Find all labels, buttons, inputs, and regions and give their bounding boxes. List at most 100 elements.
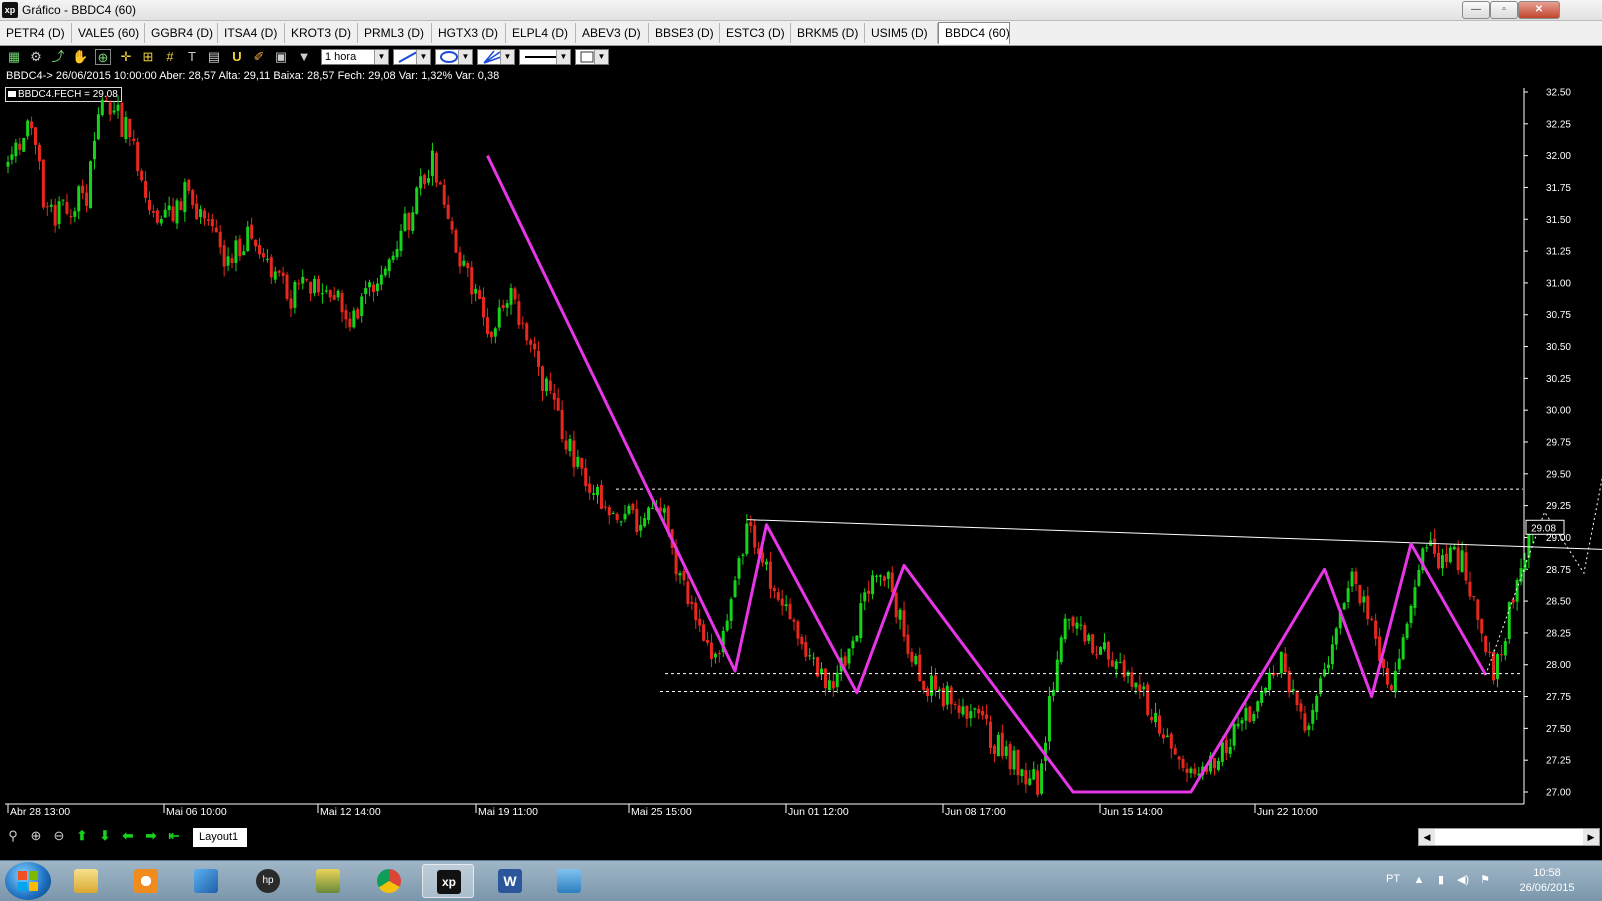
line-tool-select[interactable]: ▼ <box>393 49 431 65</box>
candle-body <box>195 203 199 220</box>
media-player-icon <box>134 869 158 893</box>
candle-body <box>163 209 167 218</box>
candle-body <box>1437 552 1441 569</box>
crosshair-mode-icon[interactable]: ⊕ <box>95 49 111 65</box>
arrow-up-icon[interactable]: ⬆ <box>73 827 91 845</box>
tab-ggbr4[interactable]: GGBR4 (D) <box>145 23 218 43</box>
network-signal-icon[interactable]: ▮ <box>1434 873 1448 887</box>
layout-tab[interactable]: Layout1 <box>193 828 247 847</box>
search-icon[interactable]: ⚲ <box>4 827 22 845</box>
tab-estc3[interactable]: ESTC3 (D) <box>720 23 791 43</box>
taskbar-hp[interactable]: hp <box>242 864 294 898</box>
candle-body <box>61 199 65 201</box>
tab-bbse3[interactable]: BBSE3 (D) <box>649 23 720 43</box>
taskbar-network[interactable] <box>180 864 232 898</box>
eraser-icon[interactable]: ✐ <box>251 49 267 65</box>
briefcase-icon[interactable]: ▣ <box>273 49 289 65</box>
candle-body <box>179 201 183 210</box>
tab-prml3[interactable]: PRML3 (D) <box>358 23 432 43</box>
horizontal-scrollbar[interactable]: ◀ ▶ <box>1418 828 1600 846</box>
tab-vale5[interactable]: VALE5 (60) <box>72 23 145 43</box>
zoom-out-icon[interactable]: ⊖ <box>50 827 68 845</box>
candle-body <box>265 258 269 260</box>
indicator-icon[interactable]: ⤴ <box>50 49 66 65</box>
taskbar-explorer[interactable] <box>60 864 112 898</box>
scroll-left-icon[interactable]: ◀ <box>1419 829 1435 845</box>
xp-icon: xp <box>437 870 461 894</box>
tab-hgtx3[interactable]: HGTX3 (D) <box>432 23 506 43</box>
tab-krot3[interactable]: KROT3 (D) <box>285 23 358 43</box>
taskbar-chrome[interactable] <box>363 864 415 898</box>
candle-body <box>796 621 800 639</box>
arrow-left-icon[interactable]: ⬅ <box>119 827 137 845</box>
chart-navigation-bar: ⚲ ⊕ ⊖ ⬆ ⬇ ⬅ ➡ ⇤ Layout1 ◀ ▶ <box>0 825 1602 847</box>
candle-body <box>85 192 89 206</box>
candle-body <box>151 211 155 213</box>
horizontal-lines-icon[interactable]: ⊞ <box>140 49 156 65</box>
candle-body <box>1374 620 1378 639</box>
color-select[interactable]: ▼ <box>575 49 609 65</box>
line-style-select[interactable]: ▼ <box>519 49 571 65</box>
volume-icon[interactable]: ◀) <box>1456 873 1470 887</box>
chart-type-icon[interactable]: ▦ <box>6 49 22 65</box>
candle-body <box>989 721 992 749</box>
tab-usim5[interactable]: USIM5 (D) <box>865 23 938 43</box>
tab-petr4[interactable]: PETR4 (D) <box>0 23 72 43</box>
candle-body <box>395 248 399 258</box>
arrow-down-icon[interactable]: ⬇ <box>96 827 114 845</box>
taskbar-xp[interactable]: xp <box>422 864 474 898</box>
tab-bbdc4[interactable]: BBDC4 (60) <box>938 22 1010 44</box>
filter-icon[interactable]: ▼ <box>296 49 312 65</box>
taskbar-photos[interactable] <box>543 864 595 898</box>
restore-button[interactable]: ▫ <box>1490 1 1518 19</box>
ellipse-tool-select[interactable]: ▼ <box>435 49 473 65</box>
tab-brkm5[interactable]: BRKM5 (D) <box>791 23 865 43</box>
scroll-start-icon[interactable]: ⇤ <box>165 827 183 845</box>
price-chart[interactable]: 32.50 32.25 32.00 31.75 31.50 31.25 31.00 30.75… <box>0 86 1602 825</box>
candle-body <box>1122 660 1126 678</box>
action-center-icon[interactable]: ⚑ <box>1478 873 1492 887</box>
arrow-right-icon[interactable]: ➡ <box>142 827 160 845</box>
start-button[interactable] <box>5 862 51 900</box>
candle-body <box>753 525 757 548</box>
fan-tool-select[interactable]: ▼ <box>477 49 515 65</box>
calculator-icon[interactable]: ▤ <box>206 49 222 65</box>
candle-body <box>1323 669 1327 677</box>
taskbar-media-player[interactable] <box>120 864 172 898</box>
gear-icon[interactable]: ⚙ <box>28 49 44 65</box>
magnet-icon[interactable]: U <box>229 49 245 65</box>
language-indicator[interactable]: PT <box>1386 873 1400 885</box>
taskbar-archive[interactable] <box>302 864 354 898</box>
time-tick-label: Mai 06 10:00 <box>166 806 227 818</box>
tray-expand-icon[interactable]: ▲ <box>1412 873 1426 887</box>
candle-body <box>1063 618 1067 640</box>
tab-elpl4[interactable]: ELPL4 (D) <box>506 23 576 43</box>
candle-body <box>132 138 136 142</box>
candle-body <box>399 230 403 251</box>
close-button[interactable]: ✕ <box>1518 1 1560 19</box>
crosshair-icon[interactable]: ✛ <box>118 49 134 65</box>
taskbar-word[interactable]: W <box>484 864 536 898</box>
candle-body <box>112 110 116 113</box>
candle-body <box>961 706 965 715</box>
fibonacci-icon[interactable]: # <box>162 49 178 65</box>
candle-body <box>1358 585 1362 604</box>
period-select-value: 1 hora <box>325 51 357 63</box>
zoom-in-icon[interactable]: ⊕ <box>27 827 45 845</box>
period-select[interactable]: 1 hora ▼ <box>321 49 389 65</box>
system-clock[interactable]: 10:58 26/06/2015 <box>1512 866 1582 896</box>
candle-body <box>14 142 18 157</box>
candle-body <box>1252 713 1256 722</box>
price-tick-label: 30.25 <box>1546 374 1571 385</box>
tab-itsa4[interactable]: ITSA4 (D) <box>218 23 285 43</box>
candle-body <box>1295 690 1299 705</box>
candle-body <box>254 239 258 247</box>
minimize-button[interactable]: — <box>1462 1 1490 19</box>
tab-abev3[interactable]: ABEV3 (D) <box>576 23 649 43</box>
hand-icon[interactable]: ✋ <box>72 49 88 65</box>
candle-body <box>250 224 254 239</box>
scroll-right-icon[interactable]: ▶ <box>1583 829 1599 845</box>
candle-body <box>1468 581 1472 597</box>
text-tool-icon[interactable]: T <box>184 49 200 65</box>
candle-body <box>1260 691 1264 703</box>
